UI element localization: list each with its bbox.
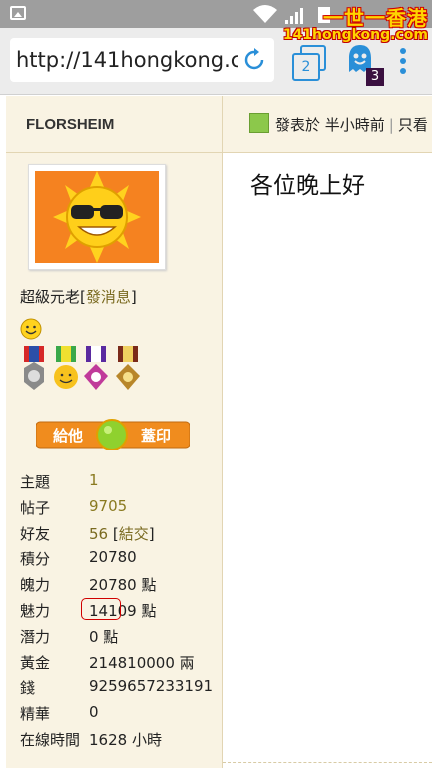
status-bar (0, 0, 432, 28)
overflow-menu-icon[interactable] (400, 48, 406, 78)
stamp-button[interactable]: 給他 蓋印 (36, 418, 190, 450)
post-header: 發表於 半小時前 | 只看 (223, 96, 432, 153)
stat-key: 精華 (20, 705, 51, 724)
medal-2-icon (54, 346, 78, 389)
address-bar[interactable]: http://141hongkong.com (10, 38, 274, 82)
wifi-icon (253, 5, 277, 23)
tab-count: 2 (292, 53, 320, 81)
friends-count-link[interactable]: 56 (89, 525, 108, 543)
post-divider (223, 762, 432, 763)
user-profile-sidebar: FLORSHEIM 超級元老[發消息] 給他 蓋印 主題 1 帖子 9705 好… (6, 96, 223, 768)
image-notification-icon (10, 6, 26, 20)
stat-key: 黃金 (20, 653, 51, 672)
stamp-button-left-label: 給他 (53, 427, 83, 445)
only-view-author-link[interactable]: 只看 (398, 116, 428, 134)
stat-value: 0 點 (89, 627, 119, 646)
red-annotation-circle (81, 597, 121, 620)
stat-key: 魄力 (20, 576, 51, 595)
stat-key: 在線時間 (20, 730, 81, 749)
reload-icon[interactable] (242, 48, 266, 72)
ghostery-count-badge: 3 (366, 68, 384, 86)
stamp-button-right-label: 蓋印 (141, 427, 171, 445)
user-rank: 超級元老[發消息] (20, 288, 137, 306)
stat-key: 帖子 (20, 498, 51, 517)
medal-badges (24, 346, 140, 390)
stat-value: 214810000 兩 (89, 653, 195, 672)
stat-key: 主題 (20, 473, 51, 491)
username[interactable]: FLORSHEIM (26, 116, 114, 133)
stat-value[interactable]: 9705 (89, 497, 127, 515)
signal-icon (285, 8, 303, 24)
smiley-emoticon-icon (20, 318, 42, 340)
post-time: 發表於 半小時前 (275, 116, 385, 134)
stat-value[interactable]: 1 (89, 471, 99, 489)
medal-4-icon (116, 346, 140, 390)
stat-key: 錢 (20, 679, 36, 698)
add-friend-link[interactable]: 結交 (119, 525, 149, 543)
online-status-icon (249, 113, 269, 133)
stat-key: 魅力 (20, 601, 51, 620)
avatar[interactable] (28, 164, 166, 270)
stat-value: 9259657233191 (89, 677, 214, 696)
send-message-link[interactable]: 發消息 (86, 288, 131, 306)
battery-icon (318, 7, 330, 23)
stat-key: 積分 (20, 550, 51, 569)
browser-toolbar: http://141hongkong.com 2 3 (0, 28, 432, 95)
rank-label: 超級元老 (20, 288, 81, 306)
stat-key: 好友 (20, 524, 51, 543)
stat-value: 20780 (89, 548, 137, 567)
stat-value: 20780 點 (89, 576, 157, 595)
medal-3-icon (84, 346, 108, 390)
stat-value: 1628 小時 (89, 730, 162, 749)
stat-value: 0 (89, 703, 99, 722)
stat-key: 潛力 (20, 627, 51, 646)
medal-1-icon (24, 346, 44, 390)
post-content: 各位晚上好 (250, 173, 365, 199)
sun-sunglasses-avatar-icon (53, 171, 141, 263)
post-meta: 發表於 半小時前 | 只看 (275, 116, 428, 134)
url-text[interactable]: http://141hongkong.com (16, 48, 238, 72)
tab-switcher-button[interactable]: 2 (292, 45, 330, 81)
